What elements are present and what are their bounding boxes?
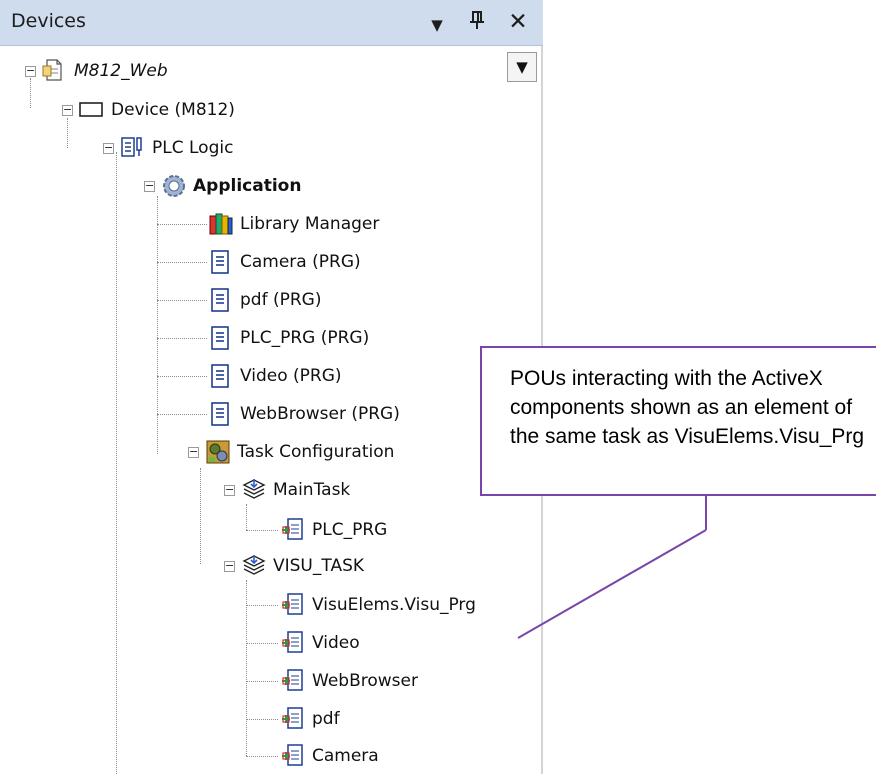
collapse-toggle-icon[interactable]: −: [25, 65, 36, 77]
devices-panel: Devices ▼ ✕ ▼ − M812_Web − Device (M812)…: [0, 0, 543, 774]
tree-node-pou[interactable]: WebBrowser (PRG): [208, 398, 400, 430]
tree-line: [246, 504, 247, 530]
collapse-toggle-icon[interactable]: −: [103, 142, 114, 154]
tree-node-pou[interactable]: pdf (PRG): [208, 284, 321, 316]
annotation-text: POUs interacting with the ActiveX compon…: [510, 367, 865, 448]
tree-line: [246, 719, 278, 720]
collapse-toggle-icon[interactable]: −: [224, 484, 235, 496]
tree-node-root[interactable]: − M812_Web: [25, 55, 168, 87]
tree-node-task-call[interactable]: WebBrowser: [280, 665, 418, 697]
tree-node-label: VisuElems.Visu_Prg: [312, 595, 476, 615]
project-icon: [42, 58, 66, 84]
tree-node-application[interactable]: − Application: [144, 170, 301, 202]
tree-node-label: Camera (PRG): [240, 252, 361, 272]
library-books-icon: [208, 211, 233, 237]
collapse-toggle-icon[interactable]: −: [188, 446, 199, 458]
tree-node-label: PLC_PRG (PRG): [240, 328, 370, 348]
tree-line: [246, 605, 278, 606]
tree-line: [200, 468, 201, 564]
task-configuration-icon: [205, 439, 230, 465]
annotation-callout: POUs interacting with the ActiveX compon…: [480, 346, 876, 496]
tree-node-library-manager[interactable]: Library Manager: [208, 208, 379, 240]
tree-node-label: Video (PRG): [240, 366, 342, 386]
tree-node-label: WebBrowser: [312, 671, 418, 691]
tree-node-task-call[interactable]: pdf: [280, 703, 340, 735]
tree-line: [246, 756, 278, 757]
device-icon: [79, 97, 103, 123]
tree-node-visu-task[interactable]: − VISU_TASK: [224, 550, 364, 582]
tree-node-label: pdf (PRG): [240, 290, 322, 310]
pou-document-icon: [208, 401, 232, 427]
pou-document-icon: [208, 249, 232, 275]
pou-document-icon: [208, 363, 232, 389]
program-call-icon: [280, 743, 304, 769]
tree-node-label: WebBrowser (PRG): [240, 404, 400, 424]
tree-node-task-configuration[interactable]: − Task Configuration: [188, 436, 394, 468]
tree-node-plc-logic[interactable]: − PLC Logic: [103, 132, 233, 164]
tree-node-task-call[interactable]: Video: [280, 627, 360, 659]
tree-node-label: Video: [312, 633, 360, 653]
plc-logic-icon: [120, 135, 144, 161]
application-gear-icon: [161, 173, 185, 199]
tree-node-main-task[interactable]: − MainTask: [224, 474, 350, 506]
tree-node-label: pdf: [312, 709, 340, 729]
tree-node-pou[interactable]: Video (PRG): [208, 360, 342, 392]
program-call-icon: [280, 668, 304, 694]
tree-node-label: PLC_PRG: [312, 520, 388, 540]
tree-node-pou[interactable]: PLC_PRG (PRG): [208, 322, 369, 354]
tree-node-label: Camera: [312, 746, 379, 766]
tree-line: [157, 376, 207, 377]
tree-node-label: VISU_TASK: [273, 556, 365, 576]
tree-node-label: MainTask: [273, 480, 351, 500]
task-stack-icon: [241, 477, 266, 503]
task-stack-icon: [241, 553, 266, 579]
collapse-toggle-icon[interactable]: −: [144, 180, 155, 192]
tree-node-pou[interactable]: Camera (PRG): [208, 246, 361, 278]
tree-node-label: M812_Web: [74, 61, 168, 81]
tree-line: [157, 224, 207, 225]
tree-line: [157, 262, 207, 263]
tree-node-label: Device (M812): [111, 100, 235, 120]
tree-line: [157, 414, 207, 415]
tree-node-label: Application: [193, 176, 302, 196]
tree-line: [157, 338, 207, 339]
annotation-pointer-arm: [517, 529, 707, 639]
program-call-icon: [280, 517, 304, 543]
tree-line: [246, 580, 247, 756]
collapse-toggle-icon[interactable]: −: [224, 560, 235, 572]
tree-line: [116, 152, 117, 774]
device-tree: − M812_Web − Device (M812) − PLC Logic −: [0, 0, 541, 774]
pou-document-icon: [208, 325, 232, 351]
tree-node-label: Library Manager: [240, 214, 380, 234]
program-call-icon: [280, 630, 304, 656]
program-call-icon: [280, 706, 304, 732]
tree-node-device[interactable]: − Device (M812): [62, 94, 235, 126]
tree-node-label: Task Configuration: [237, 442, 395, 462]
tree-line: [157, 300, 207, 301]
tree-node-label: PLC Logic: [152, 138, 234, 158]
tree-line: [246, 681, 278, 682]
tree-line: [157, 196, 158, 454]
program-call-icon: [280, 592, 304, 618]
tree-line: [246, 530, 278, 531]
pou-document-icon: [208, 287, 232, 313]
tree-node-task-call[interactable]: Camera: [280, 740, 379, 772]
tree-node-task-call[interactable]: VisuElems.Visu_Prg: [280, 589, 476, 621]
tree-line: [246, 643, 278, 644]
collapse-toggle-icon[interactable]: −: [62, 104, 73, 116]
tree-node-task-call[interactable]: PLC_PRG: [280, 514, 387, 546]
